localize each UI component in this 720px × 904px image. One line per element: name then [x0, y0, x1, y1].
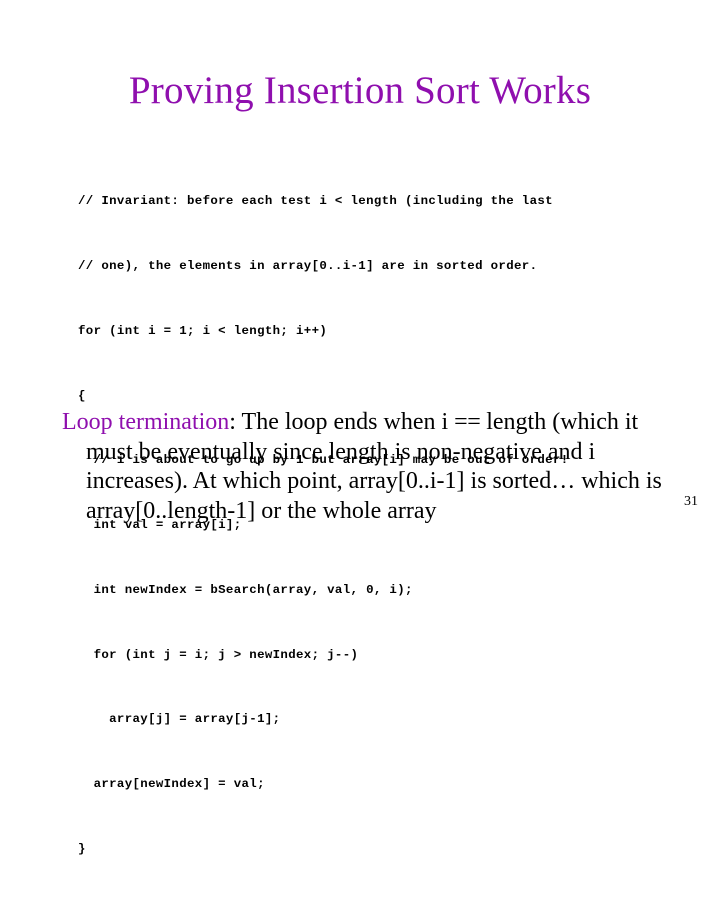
slide: Proving Insertion Sort Works // Invarian… [0, 0, 720, 856]
page-title: Proving Insertion Sort Works [128, 69, 592, 112]
equality-symbol: == [454, 409, 481, 435]
paragraph-first-line-group: Loop termination: The loop ends when i =… [62, 409, 481, 435]
code-line: // one), the elements in array[0..i-1] a… [78, 258, 538, 273]
code-line: array[j] = array[j-1]; [78, 712, 281, 727]
code-line: // Invariant: before each test i < lengt… [78, 194, 553, 209]
lead-in-label: Loop termination [62, 409, 230, 435]
page-number: 31 [684, 494, 698, 509]
body-text-part-1: : The loop ends when i [229, 409, 455, 435]
body-paragraph: Loop termination: The loop ends when i =… [62, 408, 686, 526]
code-line: { [78, 388, 86, 403]
code-line: int newIndex = bSearch(array, val, 0, i)… [78, 582, 413, 597]
code-line: array[newIndex] = val; [78, 777, 265, 792]
code-line: for (int i = 1; i < length; i++) [78, 323, 328, 338]
code-line: for (int j = i; j > newIndex; j--) [78, 647, 359, 662]
code-line: } [78, 842, 86, 856]
